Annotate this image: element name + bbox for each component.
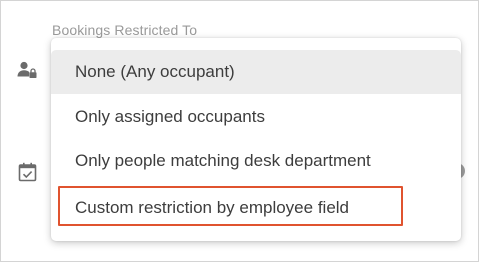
option-custom-restriction-employee-field[interactable]: Custom restriction by employee field xyxy=(51,186,461,230)
calendar-check-icon xyxy=(17,161,39,183)
restriction-dropdown-menu: None (Any occupant) Only assigned occupa… xyxy=(51,38,461,241)
option-none-any-occupant[interactable]: None (Any occupant) xyxy=(51,50,461,94)
option-label: Only people matching desk department xyxy=(75,151,371,170)
option-only-assigned-occupants[interactable]: Only assigned occupants xyxy=(51,95,461,139)
option-label: Custom restriction by employee field xyxy=(75,198,350,217)
option-label: Only assigned occupants xyxy=(75,107,265,126)
person-lock-icon xyxy=(16,59,38,81)
bookings-restricted-to-label: Bookings Restricted To xyxy=(52,22,198,38)
option-only-matching-desk-department[interactable]: Only people matching desk department xyxy=(51,139,461,183)
dialog-frame: Bookings Restricted To None (Any occupan… xyxy=(0,0,479,262)
option-label: None (Any occupant) xyxy=(75,62,235,81)
